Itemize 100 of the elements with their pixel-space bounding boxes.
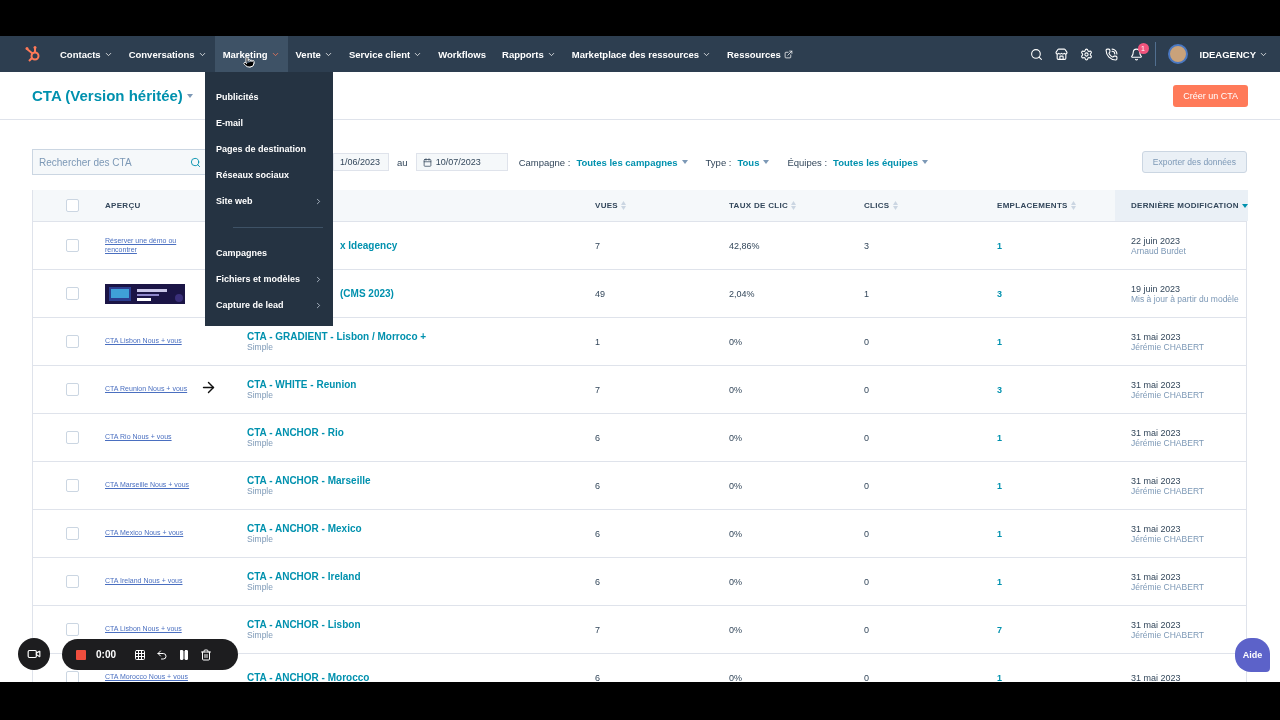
store-icon[interactable]	[1054, 47, 1068, 61]
row-checkbox[interactable]	[66, 335, 79, 348]
page-title[interactable]: CTA (Version héritée)	[32, 87, 193, 104]
search-icon	[190, 156, 201, 168]
cta-type: Simple	[247, 582, 274, 592]
table-cell-text: 0	[864, 384, 870, 395]
cta-name-link[interactable]: CTA - ANCHOR - Morocco	[247, 672, 579, 682]
row-checkbox[interactable]	[66, 623, 79, 636]
placements-link[interactable]: 7	[997, 624, 1115, 635]
nav-menu-item[interactable]: Ressources	[719, 36, 801, 72]
date-field[interactable]: 1/06/2023	[333, 153, 390, 171]
nav-menu-item[interactable]: Workflows	[430, 36, 494, 72]
recording-time: 0:00	[96, 649, 116, 660]
menu-item[interactable]: Publicités	[205, 84, 333, 110]
placements-link[interactable]: 1	[997, 672, 1115, 682]
settings-icon[interactable]	[1079, 47, 1093, 61]
cta-name-link[interactable]: x Ideagency	[340, 240, 579, 251]
table-cell-text: 0	[864, 576, 870, 587]
row-checkbox[interactable]	[66, 527, 79, 540]
placements-link[interactable]: 1	[997, 576, 1115, 587]
external-link-icon	[783, 49, 793, 59]
filter-dropdown[interactable]: Tous	[737, 156, 770, 168]
menu-item[interactable]: E-mail	[205, 110, 333, 136]
row-checkbox[interactable]	[66, 479, 79, 492]
date-field[interactable]: 10/07/2023	[415, 153, 508, 171]
column-header[interactable]: CLICS	[848, 190, 981, 221]
cta-name-link[interactable]: CTA - ANCHOR - Mexico	[247, 523, 579, 534]
placements-link[interactable]: 1	[997, 432, 1115, 443]
placements-link[interactable]: 3	[997, 384, 1115, 395]
menu-item[interactable]: Réseaux sociaux	[205, 162, 333, 188]
placements-link[interactable]: 1	[997, 480, 1115, 491]
modified-by: Jérémie CHABERT	[1131, 581, 1206, 592]
placements-link[interactable]: 1	[997, 240, 1115, 251]
modified-date: 31 mai 2023	[1131, 619, 1182, 630]
filter-dropdown[interactable]: Toutes les campagnes	[576, 156, 688, 168]
stop-button[interactable]	[76, 649, 86, 660]
nav-menu-item[interactable]: Rapports	[494, 36, 564, 72]
row-checkbox[interactable]	[66, 671, 79, 682]
table-cell-text: 7	[595, 384, 601, 395]
cta-name-link[interactable]: CTA - ANCHOR - Rio	[247, 427, 579, 438]
account-menu[interactable]: IDEAGENCY	[1199, 48, 1268, 60]
camera-icon	[27, 647, 41, 661]
nav-menu-item[interactable]: Conversations	[120, 36, 215, 72]
menu-item[interactable]: Capture de lead	[205, 292, 333, 318]
nav-menu-item[interactable]: Contacts	[52, 36, 121, 72]
nav-menu-item[interactable]: Marketplace des ressources	[563, 36, 719, 72]
table-cell-text: 0%	[729, 576, 743, 587]
sprocket-logo-icon	[24, 45, 42, 63]
search-icon[interactable]	[1029, 47, 1043, 61]
menu-item[interactable]: Fichiers et modèles	[205, 266, 333, 292]
table-cell-text: 0	[864, 528, 870, 539]
export-button[interactable]: Exporter des données	[1141, 151, 1247, 173]
select-all-checkbox[interactable]	[66, 199, 79, 212]
cta-name-link[interactable]: CTA - GRADIENT - Lisbon / Morroco +	[247, 331, 579, 342]
column-header[interactable]: TAUX DE CLIC	[713, 190, 848, 221]
row-checkbox[interactable]	[66, 239, 79, 252]
pause-icon[interactable]	[178, 648, 190, 661]
table-cell-text: 0%	[729, 432, 743, 443]
phone-icon[interactable]	[1104, 47, 1118, 61]
caret-icon	[681, 160, 688, 164]
undo-icon[interactable]	[156, 648, 168, 661]
nav-menu-item[interactable]: Service client	[340, 36, 431, 72]
menu-item[interactable]: Site web	[205, 188, 333, 214]
row-checkbox[interactable]	[66, 383, 79, 396]
column-header[interactable]: EMPLACEMENTS	[981, 190, 1115, 221]
table-cell-text: 0%	[729, 672, 743, 682]
placements-link[interactable]: 1	[997, 336, 1115, 347]
menu-item[interactable]: Pages de destination	[205, 136, 333, 162]
camera-button[interactable]	[18, 638, 50, 670]
menu-item[interactable]: Campagnes	[205, 240, 333, 266]
modified-date: 31 mai 2023	[1131, 331, 1182, 342]
cta-name-link[interactable]: CTA - WHITE - Reunion	[247, 379, 579, 390]
nav-menu-item[interactable]: Marketing	[214, 36, 288, 72]
trash-icon[interactable]	[200, 648, 212, 661]
filter-dropdown[interactable]: Toutes les équipes	[833, 156, 928, 168]
placements-link[interactable]: 3	[997, 288, 1115, 299]
avatar[interactable]	[1167, 44, 1188, 64]
cta-name-link[interactable]: (CMS 2023)	[340, 288, 579, 299]
grid-icon[interactable]	[134, 648, 146, 661]
modified-date: 31 mai 2023	[1131, 475, 1182, 486]
caret-icon	[186, 93, 193, 98]
modified-date: 22 juin 2023	[1131, 235, 1182, 246]
cta-name-link[interactable]: CTA - ANCHOR - Marseille	[247, 475, 579, 486]
row-checkbox[interactable]	[66, 431, 79, 444]
notifications-icon[interactable]	[1129, 47, 1143, 61]
table-cell-text: 6	[595, 528, 601, 539]
row-checkbox[interactable]	[66, 287, 79, 300]
nav-menu-item[interactable]: Vente	[287, 36, 341, 72]
row-checkbox[interactable]	[66, 575, 79, 588]
placements-link[interactable]: 1	[997, 528, 1115, 539]
cta-type: Simple	[247, 390, 274, 400]
help-button[interactable]: Aide	[1235, 638, 1270, 672]
cta-name-link[interactable]: CTA - ANCHOR - Ireland	[247, 571, 579, 582]
column-header[interactable]: VUES	[579, 190, 713, 221]
cta-name-link[interactable]: CTA - ANCHOR - Lisbon	[247, 619, 579, 630]
cta-type: Simple	[247, 534, 274, 544]
modified-by: Jérémie CHABERT	[1131, 533, 1206, 544]
column-header[interactable]: DERNIÈRE MODIFICATION	[1115, 190, 1248, 221]
caret-icon	[763, 160, 770, 164]
search-field[interactable]: Rechercher des CTA	[32, 149, 208, 175]
